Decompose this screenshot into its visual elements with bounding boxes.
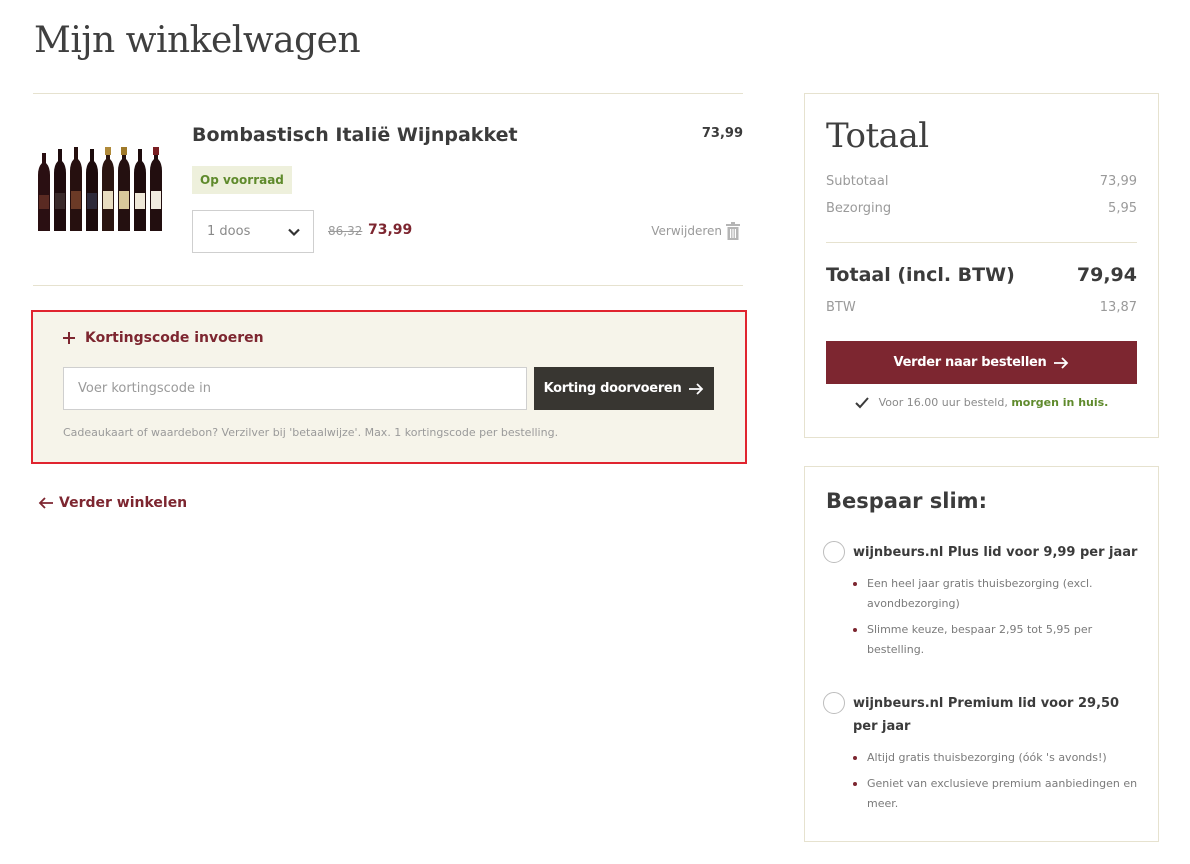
remove-item-button[interactable]: Verwijderen	[651, 222, 740, 240]
benefit-item: Altijd gratis thuisbezorging (óók 's avo…	[853, 748, 1140, 768]
savings-panel: Bespaar slim: wijnbeurs.nl Plus lid voor…	[804, 466, 1159, 842]
stock-badge: Op voorraad	[192, 166, 292, 194]
vat-row: BTW 13,87	[826, 300, 1137, 315]
wine-bottles	[38, 147, 162, 231]
shipping-value: 5,95	[1108, 201, 1137, 216]
delivery-highlight: morgen in huis.	[1011, 396, 1109, 409]
plan-plus-radio[interactable]	[823, 541, 845, 563]
old-price: 86,32	[328, 224, 363, 238]
product-line-price: 73,99	[701, 126, 743, 141]
discount-code-input[interactable]	[63, 367, 527, 410]
apply-discount-button[interactable]: Korting doorvoeren	[534, 367, 714, 410]
cart-bottom-divider	[33, 285, 743, 286]
vat-label: BTW	[826, 300, 856, 315]
delivery-note: Voor 16.00 uur besteld, morgen in huis.	[805, 396, 1158, 409]
benefit-item: Een heel jaar gratis thuisbezorging (exc…	[853, 574, 1140, 614]
apply-discount-label: Korting doorvoeren	[543, 381, 682, 396]
plan-plus-label: wijnbeurs.nl Plus lid voor 9,99 per jaar	[853, 545, 1138, 560]
trash-icon	[726, 222, 740, 240]
plan-plus: wijnbeurs.nl Plus lid voor 9,99 per jaar…	[823, 541, 1140, 666]
plan-plus-benefits: Een heel jaar gratis thuisbezorging (exc…	[823, 574, 1140, 660]
product-name[interactable]: Bombastisch Italië Wijnpakket	[192, 124, 518, 146]
quantity-select[interactable]: 1 doos	[192, 210, 314, 253]
arrow-right-icon	[1054, 356, 1069, 369]
new-price: 73,99	[368, 222, 413, 238]
remove-label: Verwijderen	[651, 224, 722, 238]
totals-panel: Totaal Subtotaal 73,99 Bezorging 5,95 To…	[804, 93, 1159, 438]
plan-premium-benefits: Altijd gratis thuisbezorging (óók 's avo…	[823, 748, 1140, 814]
discount-code-section: Kortingscode invoeren Korting doorvoeren…	[31, 310, 747, 464]
arrow-right-icon	[689, 382, 704, 395]
subtotal-value: 73,99	[1099, 174, 1137, 189]
totals-divider	[826, 242, 1137, 243]
arrow-left-icon	[38, 497, 53, 509]
continue-shopping-link[interactable]: Verder winkelen	[38, 495, 187, 511]
discount-note: Cadeaukaart of waardebon? Verzilver bij …	[63, 426, 559, 439]
plan-premium-radio[interactable]	[823, 692, 845, 714]
check-icon	[854, 396, 869, 408]
vat-value: 13,87	[1099, 300, 1137, 315]
totals-title: Totaal	[826, 116, 929, 156]
discount-toggle-label: Kortingscode invoeren	[85, 330, 264, 346]
quantity-value: 1 doos	[207, 224, 251, 239]
plus-icon	[63, 332, 75, 344]
discount-toggle[interactable]: Kortingscode invoeren	[63, 330, 264, 346]
subtotal-label: Subtotaal	[826, 174, 889, 189]
subtotal-row: Subtotaal 73,99	[826, 174, 1137, 189]
shipping-row: Bezorging 5,95	[826, 201, 1137, 216]
product-image[interactable]	[36, 143, 174, 235]
checkout-label: Verder naar bestellen	[893, 355, 1047, 370]
plan-plus-option[interactable]: wijnbeurs.nl Plus lid voor 9,99 per jaar	[823, 541, 1140, 564]
grand-total-row: Totaal (incl. BTW) 79,94	[826, 264, 1137, 286]
page-title: Mijn winkelwagen	[34, 20, 361, 61]
chevron-down-icon	[288, 228, 300, 236]
benefit-item: Geniet van exclusieve premium aanbieding…	[853, 774, 1140, 814]
plan-premium: wijnbeurs.nl Premium lid voor 29,50 per …	[823, 692, 1140, 820]
proceed-to-checkout-button[interactable]: Verder naar bestellen	[826, 341, 1137, 384]
continue-shopping-label: Verder winkelen	[59, 495, 188, 511]
grand-total-label: Totaal (incl. BTW)	[826, 264, 1015, 286]
plan-premium-option[interactable]: wijnbeurs.nl Premium lid voor 29,50 per …	[823, 692, 1140, 738]
grand-total-value: 79,94	[1076, 264, 1137, 286]
delivery-text: Voor 16.00 uur besteld,	[878, 396, 1008, 409]
benefit-item: Slimme keuze, bespaar 2,95 tot 5,95 per …	[853, 620, 1140, 660]
shipping-label: Bezorging	[826, 201, 892, 216]
plan-premium-label: wijnbeurs.nl Premium lid voor 29,50 per …	[853, 696, 1120, 734]
cart-top-divider	[33, 93, 743, 94]
savings-title: Bespaar slim:	[826, 489, 987, 513]
